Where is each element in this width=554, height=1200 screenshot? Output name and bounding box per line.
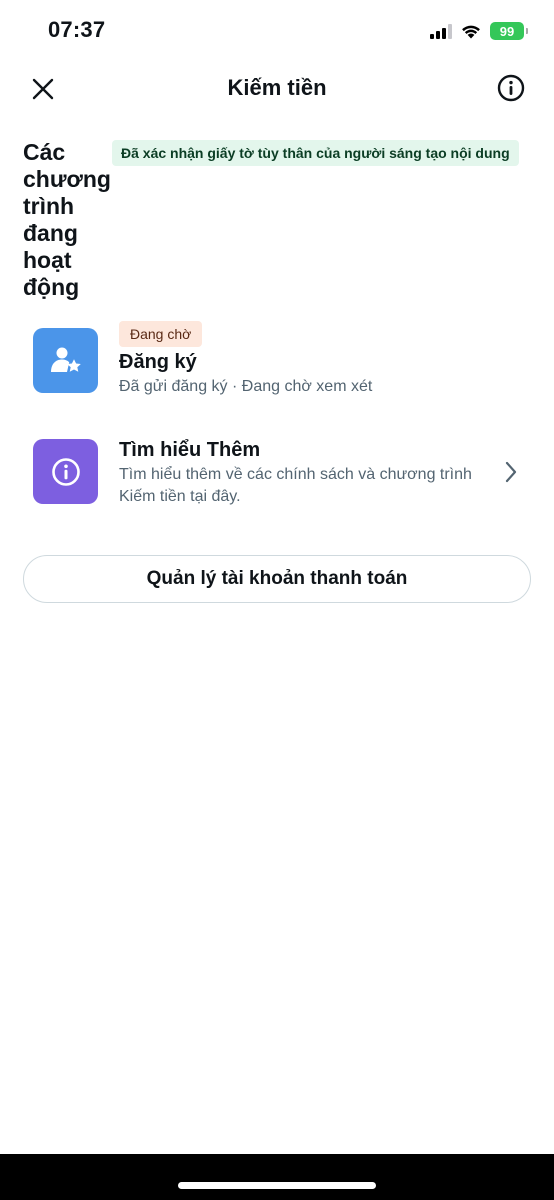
status-icons: 99 [430, 20, 528, 42]
wifi-icon [462, 25, 480, 39]
program-description: Tìm hiểu thêm về các chính sách và chươn… [119, 466, 472, 505]
home-indicator[interactable] [178, 1182, 376, 1189]
info-icon [51, 457, 80, 486]
section-title: Các chương trình đang hoạt động [23, 139, 111, 300]
program-subscription[interactable]: Đang chờ Đăng ký Đã gửi đăng ký · Đang c… [0, 321, 554, 405]
program-name: Tìm hiểu Thêm [119, 439, 261, 461]
chevron-right-icon [505, 461, 517, 483]
header: Kiếm tiền [0, 62, 554, 116]
learn-more-icon-tile [33, 439, 98, 504]
status-bar: 07:37 99 [0, 0, 554, 62]
battery-icon: 99 [490, 22, 528, 40]
person-star-icon [50, 347, 81, 372]
verified-badge: Đã xác nhận giấy tờ tùy thân của người s… [112, 140, 519, 166]
manage-payment-account-button[interactable]: Quản lý tài khoản thanh toán [23, 555, 531, 603]
status-time: 07:37 [48, 17, 106, 42]
bottom-bar [0, 1154, 554, 1200]
signal-icon [430, 23, 452, 39]
info-button[interactable] [496, 73, 526, 103]
program-learn-more[interactable]: Tìm hiểu Thêm Tìm hiểu thêm về các chính… [0, 437, 554, 507]
program-status: Đã gửi đăng ký · Đang chờ xem xét [119, 378, 373, 395]
info-icon [497, 74, 525, 102]
page-title: Kiếm tiền [227, 75, 327, 100]
subscription-icon-tile [33, 328, 98, 393]
program-name: Đăng ký [119, 351, 197, 373]
battery-level: 99 [499, 23, 515, 39]
pending-badge: Đang chờ [119, 321, 203, 347]
